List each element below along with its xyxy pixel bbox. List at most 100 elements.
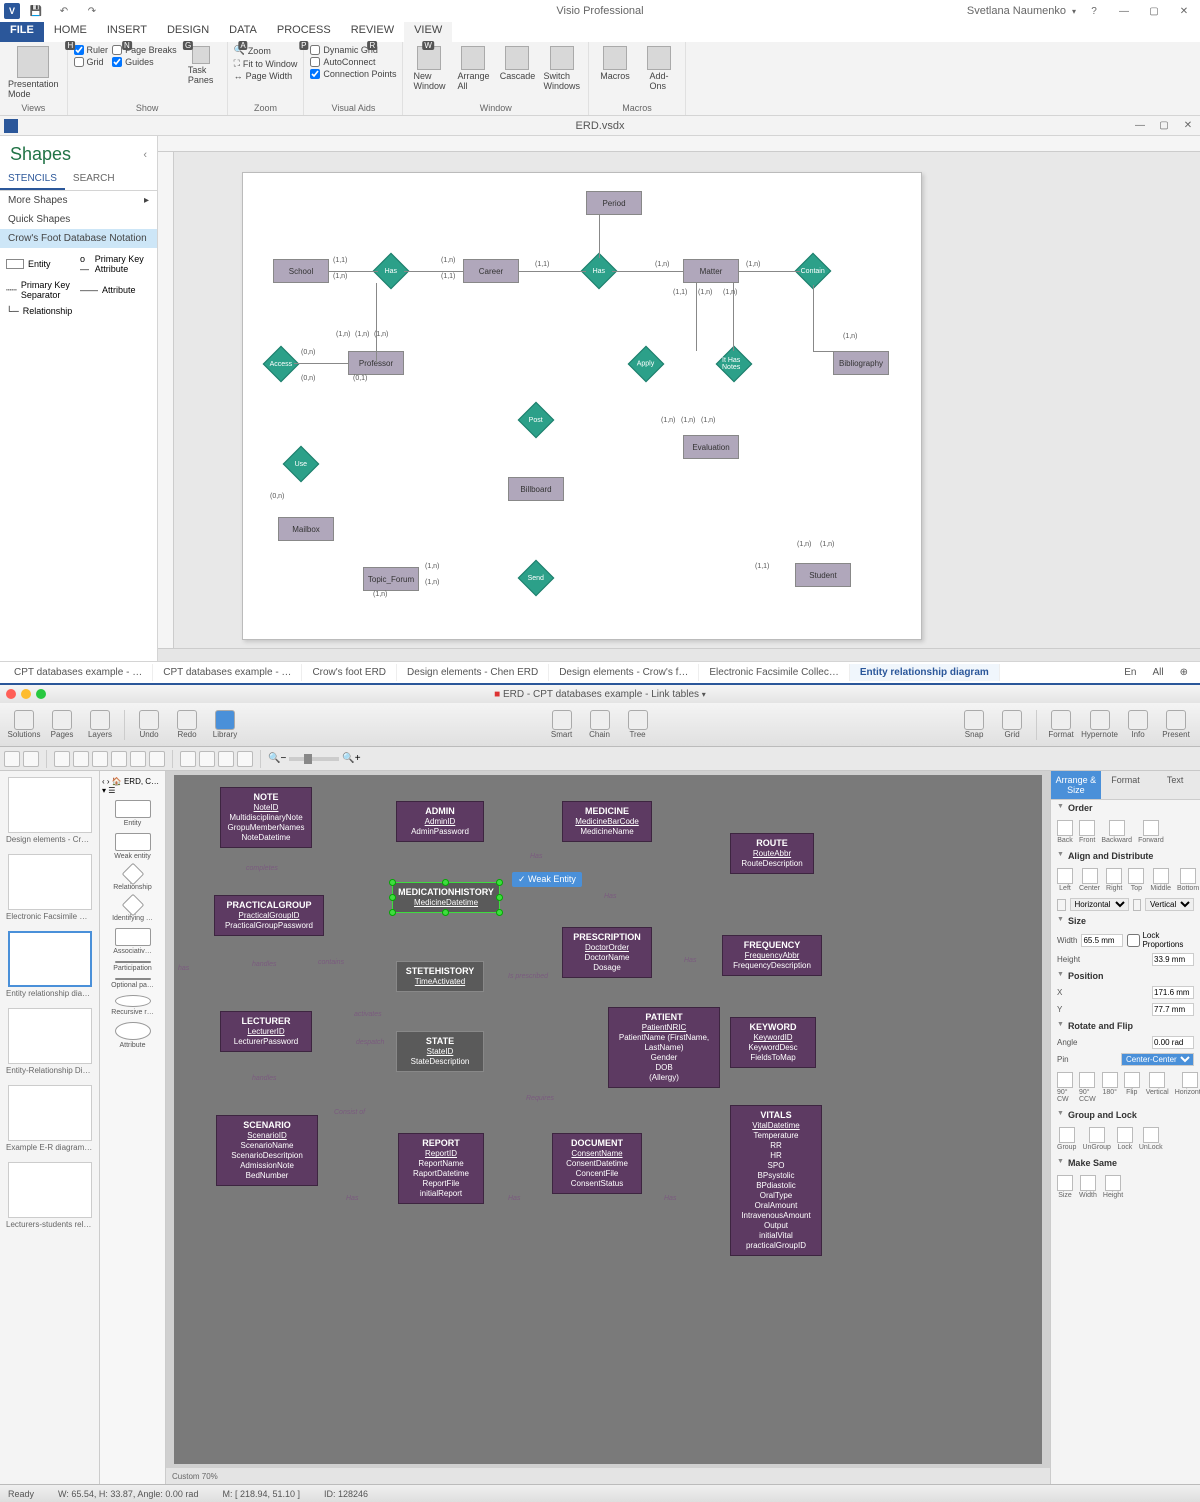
stencil-relationship[interactable]: Relationship bbox=[107, 866, 159, 891]
rel-apply[interactable]: Apply bbox=[628, 346, 665, 383]
tree-button[interactable]: Tree bbox=[620, 710, 656, 739]
close-icon[interactable]: ✕ bbox=[1172, 2, 1196, 20]
page-tab[interactable]: CPT databases example - … bbox=[153, 664, 302, 681]
guides-check[interactable]: Guides bbox=[112, 56, 177, 68]
rel-use[interactable]: Use bbox=[283, 446, 320, 483]
drawing-page[interactable]: Period School Has Career Has Matter Cont… bbox=[242, 172, 922, 640]
zoom-minus-icon[interactable]: 🔍− bbox=[268, 753, 286, 764]
y-input[interactable] bbox=[1152, 1003, 1194, 1016]
undo-button[interactable]: Undo bbox=[131, 710, 167, 739]
order-forward[interactable]: Forward bbox=[1138, 820, 1164, 844]
entity-document[interactable]: DOCUMENTConsentNameConsentDatetimeConcen… bbox=[552, 1133, 642, 1194]
solutions-button[interactable]: Solutions bbox=[6, 710, 42, 739]
library-button[interactable]: Library bbox=[207, 710, 243, 739]
task-panes-button[interactable]: Task Panes bbox=[181, 44, 221, 87]
stencil-identifying[interactable]: Identifying … bbox=[107, 897, 159, 922]
switch-windows-button[interactable]: Switch Windows bbox=[541, 44, 582, 93]
stencil-entity[interactable]: Entity bbox=[107, 800, 159, 827]
quick-shapes[interactable]: Quick Shapes bbox=[0, 210, 157, 229]
solution-thumb[interactable] bbox=[8, 854, 92, 910]
stencil-participation[interactable]: Participation bbox=[107, 961, 159, 972]
stencil-recursive[interactable]: Recursive r… bbox=[107, 995, 159, 1016]
order-backward[interactable]: Backward bbox=[1101, 820, 1132, 844]
entity-mailbox[interactable]: Mailbox bbox=[278, 517, 334, 541]
height-input[interactable] bbox=[1152, 953, 1194, 966]
dist-v[interactable]: Vertical bbox=[1145, 898, 1194, 911]
grid-button[interactable]: Grid bbox=[994, 710, 1030, 739]
zoom-slider[interactable] bbox=[289, 757, 339, 761]
tab-text[interactable]: Text bbox=[1150, 771, 1200, 799]
solution-thumb[interactable] bbox=[8, 1008, 92, 1064]
entity-matter[interactable]: Matter bbox=[683, 259, 739, 283]
entity-patient[interactable]: PATIENTPatientNRICPatientName (FirstName… bbox=[608, 1007, 720, 1088]
presentation-mode-button[interactable]: Presentation Mode bbox=[6, 44, 61, 101]
chain-button[interactable]: Chain bbox=[582, 710, 618, 739]
entity-student[interactable]: Student bbox=[795, 563, 851, 587]
solution-thumb[interactable] bbox=[8, 1085, 92, 1141]
entity-statehistory[interactable]: STETEHISTORYTimeActivated bbox=[396, 961, 484, 992]
qat-save-icon[interactable]: 💾 bbox=[24, 2, 48, 20]
tab-data[interactable]: DATAA bbox=[219, 22, 267, 42]
tab-arrange[interactable]: Arrange & Size bbox=[1051, 771, 1101, 799]
addons-button[interactable]: Add- Ons bbox=[639, 44, 679, 93]
maximize-icon[interactable]: ▢ bbox=[1142, 2, 1166, 20]
connection-points-check[interactable]: Connection Points bbox=[310, 68, 396, 80]
visio-canvas[interactable]: Period School Has Career Has Matter Cont… bbox=[158, 136, 1200, 661]
tab-review[interactable]: REVIEWR bbox=[341, 22, 404, 42]
page-tab-active[interactable]: Entity relationship diagram bbox=[850, 664, 1000, 681]
stencils-tab[interactable]: STENCILS bbox=[0, 169, 65, 190]
layers-button[interactable]: Layers bbox=[82, 710, 118, 739]
hypernote-button[interactable]: Hypernote bbox=[1081, 710, 1118, 739]
cd-canvas[interactable]: NOTENoteIDMultidisciplinaryNoteGropuMemb… bbox=[166, 771, 1050, 1484]
page-tab[interactable]: Electronic Facsimile Collec… bbox=[699, 664, 849, 681]
entity-school[interactable]: School bbox=[273, 259, 329, 283]
tab-file[interactable]: FILE bbox=[0, 22, 44, 42]
redo-button[interactable]: Redo bbox=[169, 710, 205, 739]
entity-vitals[interactable]: VITALSVitalDatetimeTemperatureRRHRSPOBPs… bbox=[730, 1105, 822, 1256]
macros-button[interactable]: Macros bbox=[595, 44, 635, 83]
arrange-all-button[interactable]: Arrange All bbox=[453, 44, 493, 93]
new-window-button[interactable]: New Window bbox=[409, 44, 449, 93]
zoom-icon[interactable] bbox=[36, 689, 46, 699]
x-input[interactable] bbox=[1152, 986, 1194, 999]
lock-proportions[interactable] bbox=[1127, 934, 1140, 947]
stencil-attribute[interactable]: Attribute bbox=[107, 1022, 159, 1049]
entity-report[interactable]: REPORTReportIDReportNameRaportDatetimeRe… bbox=[398, 1133, 484, 1204]
rel-hasnotes[interactable]: It Has Notes bbox=[716, 346, 753, 383]
qat-undo-icon[interactable]: ↶ bbox=[52, 2, 76, 20]
page-tab-all[interactable]: All bbox=[1144, 667, 1171, 678]
minimize-icon[interactable] bbox=[21, 689, 31, 699]
entity-frequency[interactable]: FREQUENCYFrequencyAbbrFrequencyDescripti… bbox=[722, 935, 822, 976]
page-tab[interactable]: Design elements - Chen ERD bbox=[397, 664, 549, 681]
zoom-plus-icon[interactable]: 🔍+ bbox=[342, 753, 360, 764]
pointer-tool[interactable] bbox=[4, 751, 20, 767]
order-front[interactable]: Front bbox=[1079, 820, 1095, 844]
dist-h[interactable]: Horizontal bbox=[1070, 898, 1129, 911]
snap-button[interactable]: Snap bbox=[956, 710, 992, 739]
tab-format[interactable]: Format bbox=[1101, 771, 1151, 799]
ruler-check[interactable]: Ruler bbox=[74, 44, 109, 56]
collapse-icon[interactable]: ‹ bbox=[143, 149, 147, 161]
pin-select[interactable]: Center-Center bbox=[1121, 1053, 1194, 1066]
tab-view[interactable]: VIEWW bbox=[404, 22, 452, 42]
add-page-icon[interactable]: ⊕ bbox=[1172, 667, 1196, 678]
entity-period[interactable]: Period bbox=[586, 191, 642, 215]
tab-process[interactable]: PROCESSP bbox=[267, 22, 341, 42]
minimize-icon[interactable]: — bbox=[1112, 2, 1136, 20]
search-tab[interactable]: SEARCH bbox=[65, 169, 123, 190]
stencil-optional[interactable]: Optional pa… bbox=[107, 978, 159, 989]
entity-billboard[interactable]: Billboard bbox=[508, 477, 564, 501]
entity-scenario[interactable]: SCENARIOScenarioIDScenarioNameScenarioDe… bbox=[216, 1115, 318, 1186]
solution-thumb[interactable] bbox=[8, 1162, 92, 1218]
entity-state[interactable]: STATEStateIDStateDescription bbox=[396, 1031, 484, 1072]
format-button[interactable]: Format bbox=[1043, 710, 1079, 739]
entity-prescription[interactable]: PRESCRIPTIONDoctorOrderDoctorNameDosage bbox=[562, 927, 652, 978]
autoconnect-check[interactable]: AutoConnect bbox=[310, 56, 396, 68]
entity-note[interactable]: NOTENoteIDMultidisciplinaryNoteGropuMemb… bbox=[220, 787, 312, 848]
page-tab[interactable]: CPT databases example - … bbox=[4, 664, 153, 681]
entity-evaluation[interactable]: Evaluation bbox=[683, 435, 739, 459]
solution-thumb[interactable] bbox=[8, 777, 92, 833]
more-shapes[interactable]: More Shapes ▸ bbox=[0, 191, 157, 210]
close-icon[interactable] bbox=[6, 689, 16, 699]
entity-practical[interactable]: PRACTICALGROUPPracticalGroupIDPracticalG… bbox=[214, 895, 324, 936]
